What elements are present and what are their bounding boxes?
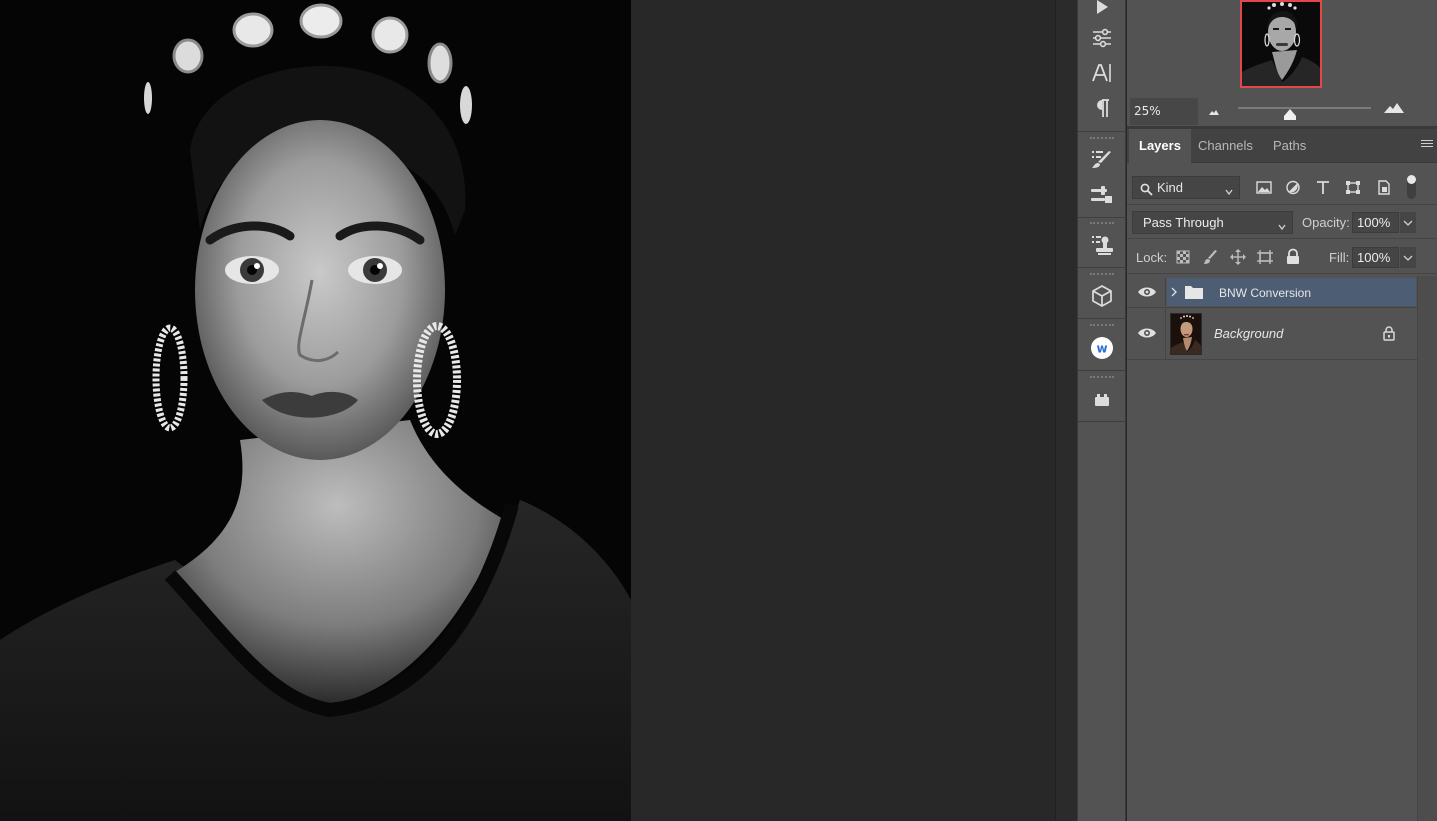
opacity-input[interactable]: 100% bbox=[1352, 212, 1399, 233]
opacity-label: Opacity: bbox=[1302, 215, 1350, 230]
fill-dropdown-icon[interactable] bbox=[1400, 247, 1416, 268]
document-canvas-area[interactable] bbox=[0, 0, 1055, 821]
blend-row: Pass Through Opacity: 100% bbox=[1127, 207, 1437, 237]
zoom-value-field[interactable]: 25% bbox=[1130, 98, 1198, 125]
navigator-panel: 25% bbox=[1127, 0, 1437, 126]
layers-tabbar: Layers Channels Paths bbox=[1127, 129, 1437, 163]
collapsed-panels-strip: w bbox=[1077, 0, 1126, 821]
shape-filter-icon[interactable] bbox=[1344, 179, 1362, 196]
right-panels: 25% Layers Channels Paths Kind Pass Thro… bbox=[1127, 0, 1437, 821]
visibility-eye-icon[interactable] bbox=[1136, 285, 1158, 299]
paragraph-icon[interactable] bbox=[1078, 93, 1126, 123]
layer-thumbnail bbox=[1170, 313, 1202, 355]
folder-icon bbox=[1184, 284, 1204, 303]
tab-channels[interactable]: Channels bbox=[1188, 129, 1263, 163]
layer-row-bnw-conversion[interactable]: BNW Conversion bbox=[1127, 278, 1417, 306]
adjustment-filter-icon[interactable] bbox=[1284, 179, 1302, 196]
adjustments-icon[interactable] bbox=[1078, 23, 1126, 53]
filter-kind-dropdown[interactable]: Kind bbox=[1132, 176, 1240, 199]
tab-layers[interactable]: Layers bbox=[1129, 129, 1191, 163]
3d-icon[interactable] bbox=[1078, 281, 1126, 311]
clone-source-icon[interactable] bbox=[1078, 230, 1126, 260]
svg-text:w: w bbox=[1096, 342, 1107, 356]
layer-name: BNW Conversion bbox=[1219, 286, 1312, 300]
layer-filter-row: Kind bbox=[1127, 170, 1437, 204]
fill-label: Fill: bbox=[1329, 250, 1350, 265]
tab-paths[interactable]: Paths bbox=[1263, 129, 1316, 163]
chevron-down-icon bbox=[1224, 182, 1234, 203]
w-plugin-icon[interactable]: w bbox=[1078, 333, 1126, 363]
brush-settings-icon[interactable] bbox=[1078, 144, 1126, 174]
layer-row-background[interactable]: Background bbox=[1127, 308, 1417, 359]
lock-artboard-icon[interactable] bbox=[1256, 248, 1274, 266]
pixel-filter-icon[interactable] bbox=[1255, 179, 1273, 196]
fill-input[interactable]: 100% bbox=[1352, 247, 1399, 268]
layer-name: Background bbox=[1214, 326, 1284, 341]
lock-row: Lock: Fill: 100% bbox=[1127, 242, 1437, 272]
plugin-icon[interactable] bbox=[1078, 385, 1126, 415]
layers-scrollbar[interactable] bbox=[1417, 276, 1437, 821]
smart-object-filter-icon[interactable] bbox=[1375, 179, 1393, 196]
lock-label: Lock: bbox=[1136, 250, 1168, 265]
chevron-down-icon bbox=[1277, 217, 1287, 238]
layer-lock-icon bbox=[1382, 325, 1396, 344]
filter-toggle-switch[interactable] bbox=[1407, 175, 1416, 199]
portrait-photo bbox=[0, 0, 631, 821]
blend-mode-dropdown[interactable]: Pass Through bbox=[1132, 211, 1293, 234]
panel-gutter bbox=[1055, 0, 1077, 821]
lock-position-icon[interactable] bbox=[1229, 248, 1247, 266]
lock-image-pixels-icon[interactable] bbox=[1202, 248, 1220, 266]
zoom-slider-track[interactable] bbox=[1238, 107, 1371, 109]
tool-presets-icon[interactable] bbox=[1078, 180, 1126, 210]
layers-list: BNW Conversion Background bbox=[1127, 276, 1417, 821]
filter-kind-label: Kind bbox=[1157, 180, 1184, 195]
lock-all-icon[interactable] bbox=[1284, 248, 1302, 266]
search-icon bbox=[1140, 181, 1153, 202]
zoom-out-icon[interactable] bbox=[1208, 105, 1220, 119]
visibility-eye-icon[interactable] bbox=[1136, 326, 1158, 340]
navigator-thumbnail[interactable] bbox=[1240, 0, 1322, 88]
document-image[interactable] bbox=[0, 0, 631, 821]
blend-mode-value: Pass Through bbox=[1143, 215, 1224, 230]
play-icon[interactable] bbox=[1078, 0, 1126, 22]
zoom-in-icon[interactable] bbox=[1383, 102, 1405, 117]
type-filter-icon[interactable] bbox=[1314, 179, 1332, 196]
opacity-dropdown-icon[interactable] bbox=[1400, 212, 1416, 233]
character-icon[interactable] bbox=[1078, 58, 1126, 88]
lock-transparent-pixels-icon[interactable] bbox=[1174, 248, 1192, 266]
expand-chevron-icon[interactable] bbox=[1170, 286, 1178, 301]
panel-menu-icon[interactable] bbox=[1421, 140, 1433, 150]
zoom-slider-handle[interactable] bbox=[1283, 109, 1297, 121]
